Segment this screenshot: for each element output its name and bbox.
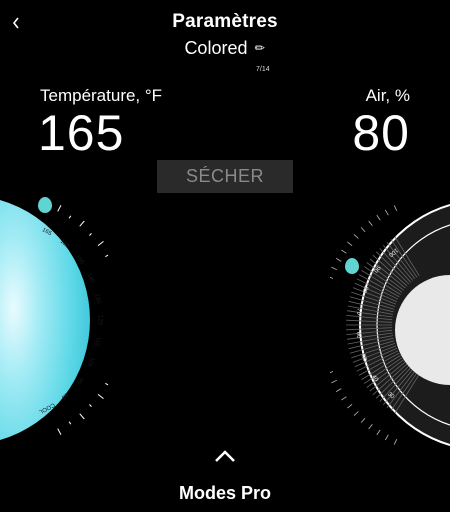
page-title: Paramètres: [172, 11, 278, 32]
temperature-dial-tick-label: 140: [85, 273, 95, 285]
temperature-dial-tick-label: 120: [96, 315, 102, 326]
temperature-dial-face: [0, 200, 90, 440]
temperature-dial-tick: [89, 404, 92, 407]
air-dial-tick: [384, 434, 389, 441]
temperature-dial-tick: [57, 204, 62, 212]
temperature-label: Température, °F: [40, 86, 163, 105]
air-dial-tick-label: 70: [355, 308, 362, 316]
temperature-dial-handle[interactable]: [38, 197, 52, 213]
temperature-dial[interactable]: 1651601501401301201151059585COOL: [0, 195, 110, 455]
temperature-dial-tick: [97, 394, 104, 399]
air-dial-tick: [368, 424, 373, 430]
air-dial-tick: [330, 276, 334, 279]
air-dial-tick: [393, 439, 398, 445]
chevron-up-icon: [215, 450, 235, 462]
preset-name: Colored: [184, 38, 248, 58]
page-counter: 7/14: [256, 66, 270, 73]
air-dial-tick: [347, 403, 353, 409]
air-dial-tick: [368, 220, 373, 226]
air-dial-tick: [360, 417, 366, 423]
air-label: Air, %: [365, 86, 410, 105]
temperature-dial-tick-label: 115: [93, 336, 101, 347]
air-dial-tick: [393, 205, 398, 211]
expand-button[interactable]: [213, 448, 237, 464]
air-dial-tick: [353, 234, 359, 239]
temperature-dial-tick: [68, 215, 72, 219]
preset-name-row[interactable]: Colored ✎: [0, 38, 450, 59]
air-dial-tick: [353, 411, 359, 416]
air-dial-tick: [376, 429, 381, 436]
air-dial[interactable]: 10090807060504030: [330, 195, 450, 455]
temperature-dial-tick: [57, 428, 62, 436]
air-dial-handle[interactable]: [345, 258, 359, 274]
air-dial-tick-label: 60: [355, 332, 362, 340]
air-dial-tick: [384, 209, 389, 216]
air-dial-tick: [335, 257, 342, 262]
air-dial-tick: [341, 396, 347, 401]
pro-modes-label[interactable]: Modes Pro: [0, 483, 450, 504]
temperature-dial-tick: [68, 421, 72, 425]
temperature-dial-tick: [79, 220, 85, 227]
pencil-icon[interactable]: ✎: [252, 40, 269, 57]
air-dial-tick: [331, 379, 337, 384]
air-dial-tick: [376, 214, 381, 221]
dry-button[interactable]: SÉCHER: [157, 160, 293, 193]
temperature-dial-tick-label: 105: [85, 356, 95, 368]
temperature-dial-tick: [89, 233, 92, 236]
air-dial-tick: [331, 266, 337, 271]
temperature-dial-tick: [97, 241, 104, 246]
air-dial-tick: [341, 249, 347, 254]
air-value: 80: [352, 105, 410, 161]
air-dial-tick: [330, 371, 334, 374]
temperature-value: 165: [38, 105, 125, 161]
air-dial-tick: [347, 241, 353, 247]
air-dial-tick: [360, 227, 366, 233]
temperature-dial-tick: [105, 382, 109, 386]
temperature-dial-tick: [79, 413, 85, 420]
temperature-dial-tick-label: 130: [93, 293, 101, 305]
air-dial-tick: [335, 388, 342, 393]
temperature-dial-tick: [105, 254, 109, 258]
